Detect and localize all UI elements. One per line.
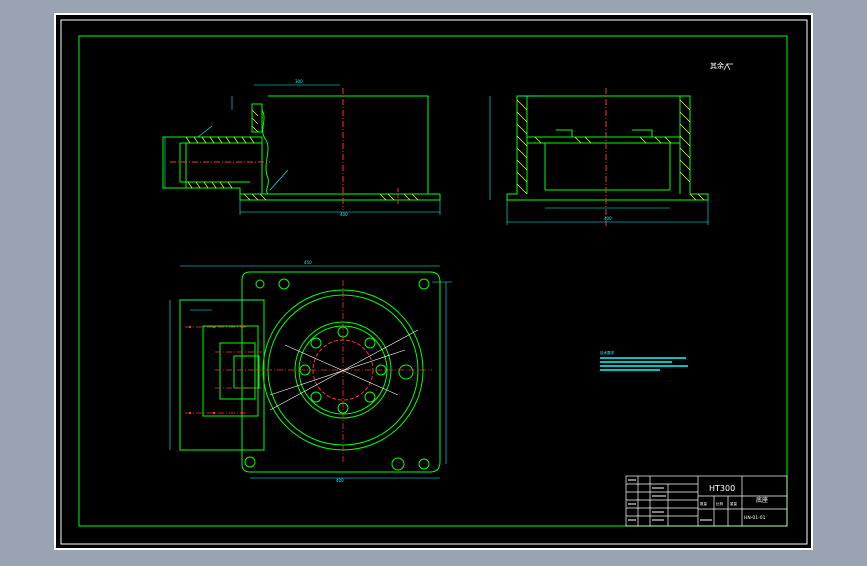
drawing-number: HN-01-01 bbox=[744, 515, 766, 521]
drawing-canvas: 其余 400 300 400 400 450 技术要求 HT300 底座 HN-… bbox=[54, 13, 813, 550]
part-name: 底座 bbox=[756, 496, 768, 504]
svg-text:300: 300 bbox=[295, 79, 303, 84]
material-label: HT300 bbox=[709, 484, 735, 493]
svg-text:400: 400 bbox=[336, 478, 344, 483]
model-space-background bbox=[54, 13, 813, 550]
svg-text:450: 450 bbox=[304, 260, 312, 265]
weight-label: 重量 bbox=[730, 501, 738, 506]
svg-text:400: 400 bbox=[604, 216, 612, 221]
notes-title: 技术要求 bbox=[600, 350, 614, 355]
corner-mark-text: 其余 bbox=[710, 61, 724, 70]
qty-label: 数量 bbox=[700, 501, 708, 506]
cad-viewport[interactable]: 其余 400 300 400 400 450 技术要求 HT300 底座 HN-… bbox=[0, 0, 867, 562]
scale-label: 比例 bbox=[716, 501, 724, 506]
svg-text:400: 400 bbox=[340, 212, 348, 217]
